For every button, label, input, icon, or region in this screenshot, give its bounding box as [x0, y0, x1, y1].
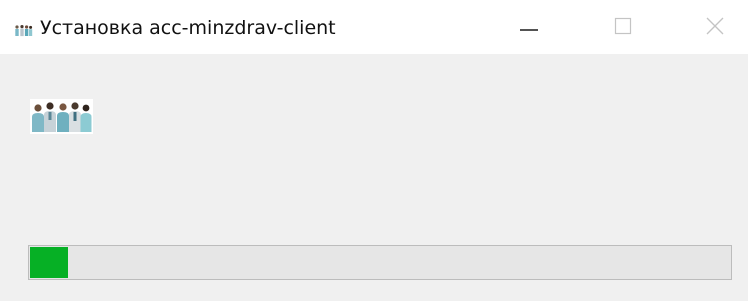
close-icon	[706, 17, 724, 35]
window-title: Установка acc-minzdrav-client	[40, 17, 336, 39]
progress-bar-fill	[30, 247, 68, 278]
minimize-button[interactable]	[506, 6, 552, 46]
installer-window: Установка acc-minzdrav-client	[0, 0, 748, 301]
doctors-group-icon	[30, 99, 93, 134]
maximize-button[interactable]	[600, 6, 646, 46]
progress-bar	[28, 245, 732, 280]
doctors-icon	[14, 24, 33, 37]
title-bar[interactable]: Установка acc-minzdrav-client	[0, 0, 748, 54]
minimize-icon	[520, 29, 538, 31]
close-button[interactable]	[692, 6, 738, 46]
maximize-icon	[614, 17, 632, 35]
